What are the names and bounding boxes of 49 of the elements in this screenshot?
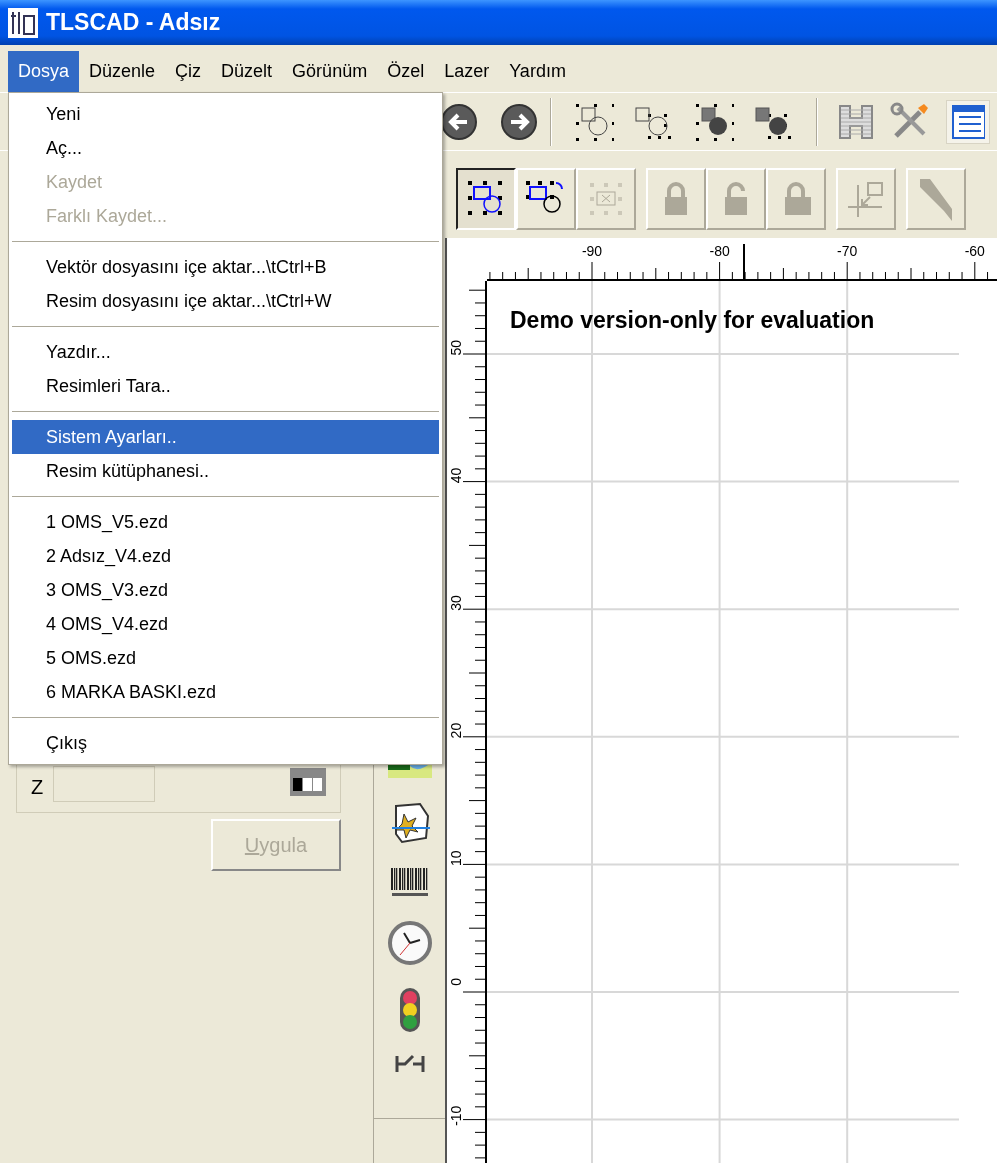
- menu-bar-item[interactable]: Lazer: [434, 51, 500, 92]
- menu-bar-item[interactable]: Yardım: [499, 51, 576, 92]
- z-label: Z: [31, 775, 44, 800]
- fill-pattern-icon[interactable]: [290, 768, 326, 796]
- ruler-label: 20: [448, 722, 464, 739]
- select-shapes-icon[interactable]: [574, 101, 614, 142]
- menu-item[interactable]: Resim kütüphanesi..: [12, 454, 439, 488]
- clock-icon[interactable]: [386, 920, 433, 966]
- menu-item[interactable]: 3 OMS_V3.ezd: [12, 573, 439, 607]
- ruler-label: -70: [837, 243, 858, 259]
- menu-bar-item[interactable]: Düzenle: [79, 51, 166, 92]
- menu-item[interactable]: 5 OMS.ezd: [12, 641, 439, 675]
- ruler-label: 50: [448, 340, 464, 356]
- ruler-label: 30: [448, 595, 464, 611]
- window-title: TLSCAD - Adsız: [46, 8, 221, 38]
- ruler-label: 0: [448, 978, 464, 986]
- menu-item[interactable]: 2 Adsız_V4.ezd: [12, 539, 439, 573]
- barcode-icon[interactable]: [390, 868, 429, 898]
- menu-bar-item[interactable]: Dosya: [8, 51, 80, 92]
- menu-item[interactable]: Sistem Ayarları..: [12, 420, 439, 454]
- toolbar-button[interactable]: [456, 167, 516, 230]
- text-baseline-icon[interactable]: [393, 1054, 426, 1074]
- menu-bar-item[interactable]: Özel: [377, 51, 435, 92]
- select-shapes-filled-icon[interactable]: [694, 101, 734, 142]
- menu-item[interactable]: Vektör dosyasını içe aktar...\tCtrl+B: [12, 250, 439, 284]
- ruler-label: -80: [709, 243, 730, 259]
- menu-item[interactable]: Yazdır...: [12, 335, 439, 369]
- ruler-label: 40: [448, 467, 464, 484]
- menu-bar-item[interactable]: Düzelt: [211, 51, 283, 92]
- ruler-label: 10: [448, 850, 464, 866]
- traffic-light-icon[interactable]: [399, 988, 420, 1032]
- menu-item[interactable]: 6 MARKA BASKI.ezd: [12, 675, 439, 709]
- menu-item[interactable]: Resim dosyasını içe aktar...\tCtrl+W: [12, 284, 439, 318]
- demo-notice: Demo version-only for evaluation: [510, 306, 876, 335]
- menu-bar-item[interactable]: Çiz: [165, 51, 212, 92]
- menu-item[interactable]: Yeni: [12, 97, 439, 131]
- menu-item[interactable]: Resimleri Tara..: [12, 369, 439, 403]
- menu-item[interactable]: Aç...: [12, 131, 439, 165]
- ruler-label: -10: [448, 1105, 464, 1126]
- menu-bar-item[interactable]: Görünüm: [282, 51, 378, 92]
- menu-item[interactable]: Çıkış: [12, 726, 439, 760]
- list-view-icon[interactable]: [946, 99, 990, 144]
- app-logo-icon: [8, 7, 38, 38]
- drawing-canvas[interactable]: Demo version-only for evaluation: [487, 281, 997, 1163]
- z-input-field[interactable]: [53, 766, 156, 802]
- ruler-label: -60: [964, 243, 985, 259]
- menu-item[interactable]: 1 OMS_V5.ezd: [12, 505, 439, 539]
- menu-item[interactable]: 4 OMS_V4.ezd: [12, 607, 439, 641]
- ruler-label: -90: [581, 243, 603, 259]
